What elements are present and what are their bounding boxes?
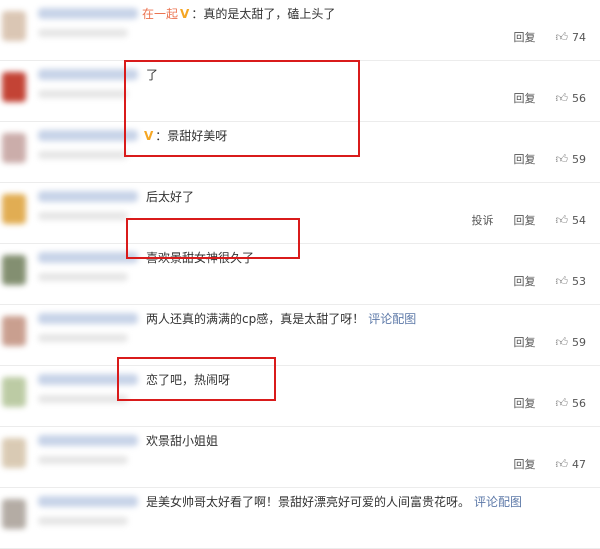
thumbs-up-icon: 👍︎ [555,90,568,105]
reply-button[interactable]: 回复 [513,334,535,350]
reply-button[interactable]: 回复 [513,212,535,228]
comment-actions: 回复 👍︎ 56 [493,90,586,106]
comment-actions: 回复 👍︎ 74 [493,29,586,45]
username-blurred[interactable] [38,191,138,202]
comment-body: ：真的是太甜了，磕上头了 [191,7,336,21]
like-button[interactable]: 👍︎ 54 [555,213,586,228]
highlight-box [124,60,360,157]
comment-body: 欢景甜小姐姐 [146,434,219,448]
comment-body: 后太好了 [146,190,195,204]
reply-button[interactable]: 回复 [513,29,535,45]
comment-meta-blurred [38,151,128,159]
thumbs-up-icon: 👍︎ [555,395,568,410]
like-count: 54 [572,213,586,227]
highlight-box [126,218,300,259]
comment-text: 两人还真的满满的cp感，真是太甜了呀！ 评论配图 [142,311,416,327]
comment-meta-blurred [38,395,128,403]
like-button[interactable]: 👍︎ 59 [555,335,586,350]
avatar[interactable] [2,499,26,529]
username-blurred[interactable] [38,435,138,446]
like-count: 59 [572,335,586,349]
avatar[interactable] [2,377,26,407]
reply-button[interactable]: 回复 [513,456,535,472]
reply-button[interactable]: 回复 [513,395,535,411]
comment-text: 后太好了 [142,189,194,205]
comment-text: 欢景甜小姐姐 [142,433,218,449]
avatar[interactable] [2,255,26,285]
comment-row: 欢景甜小姐姐 回复 👍︎ 47 [0,427,600,488]
comment-actions: 回复 👍︎ 59 [493,334,586,350]
avatar[interactable] [2,72,26,102]
comment-meta-blurred [38,90,128,98]
like-count: 59 [572,152,586,166]
like-button[interactable]: 👍︎ 47 [555,457,586,472]
username-blurred[interactable] [38,313,138,324]
verified-badge-icon: V [180,7,190,21]
comment-actions: 回复 👍︎ 47 [493,456,586,472]
comment-actions: 回复 👍︎ 56 [493,395,586,411]
thumbs-up-icon: 👍︎ [555,334,568,349]
comment-row: 是美女帅哥太好看了啊！景甜好漂亮好可爱的人间富贵花呀。 评论配图 [0,488,600,549]
comment-actions: 回复 👍︎ 53 [493,273,586,289]
thumbs-up-icon: 👍︎ [555,29,568,44]
thumbs-up-icon: 👍︎ [555,212,568,227]
like-count: 47 [572,457,586,471]
comment-meta-blurred [38,212,128,220]
username-blurred[interactable] [38,69,138,80]
comment-meta-blurred [38,273,128,281]
comment-image-link[interactable]: 评论配图 [368,312,416,326]
comment-meta-blurred [38,456,128,464]
like-button[interactable]: 👍︎ 53 [555,274,586,289]
highlight-box [117,357,276,401]
comment-body: 两人还真的满满的cp感，真是太甜了呀！ [146,312,365,326]
comment-row: 恋了吧，热闹呀 回复 👍︎ 56 [0,366,600,427]
like-count: 53 [572,274,586,288]
comment-text: 在一起 V ：真的是太甜了，磕上头了 [142,6,335,22]
like-count: 56 [572,91,586,105]
thumbs-up-icon: 👍︎ [555,273,568,288]
report-button[interactable]: 投诉 [471,212,493,228]
like-button[interactable]: 👍︎ 56 [555,396,586,411]
avatar[interactable] [2,316,26,346]
comment-row: 喜欢景甜女神很久了 回复 👍︎ 53 [0,244,600,305]
avatar[interactable] [2,438,26,468]
username-blurred[interactable] [38,130,138,141]
username-blurred[interactable] [38,496,138,507]
comment-meta-blurred [38,334,128,342]
reply-button[interactable]: 回复 [513,273,535,289]
comment-meta-blurred [38,517,128,525]
like-button[interactable]: 👍︎ 59 [555,152,586,167]
like-button[interactable]: 👍︎ 56 [555,91,586,106]
avatar[interactable] [2,11,26,41]
thumbs-up-icon: 👍︎ [555,151,568,166]
user-link[interactable]: 在一起 [142,7,178,21]
like-count: 74 [572,30,586,44]
comment-text: 是美女帅哥太好看了啊！景甜好漂亮好可爱的人间富贵花呀。 评论配图 [142,494,522,510]
reply-button[interactable]: 回复 [513,90,535,106]
reply-button[interactable]: 回复 [513,151,535,167]
avatar[interactable] [2,194,26,224]
comment-row: 在一起 V ：真的是太甜了，磕上头了 回复 👍︎ 74 [0,0,600,61]
comment-actions: 回复 👍︎ 59 [493,151,586,167]
like-button[interactable]: 👍︎ 74 [555,30,586,45]
avatar[interactable] [2,133,26,163]
thumbs-up-icon: 👍︎ [555,456,568,471]
comment-image-link[interactable]: 评论配图 [474,495,522,509]
comment-actions: 投诉 回复 👍︎ 54 [451,212,586,228]
like-count: 56 [572,396,586,410]
comment-body: 是美女帅哥太好看了啊！景甜好漂亮好可爱的人间富贵花呀。 [146,495,471,509]
username-blurred[interactable] [38,252,138,263]
comment-row: 后太好了 投诉 回复 👍︎ 54 [0,183,600,244]
comment-row: 两人还真的满满的cp感，真是太甜了呀！ 评论配图 回复 👍︎ 59 [0,305,600,366]
comment-meta-blurred [38,29,128,37]
username-blurred[interactable] [38,8,138,19]
